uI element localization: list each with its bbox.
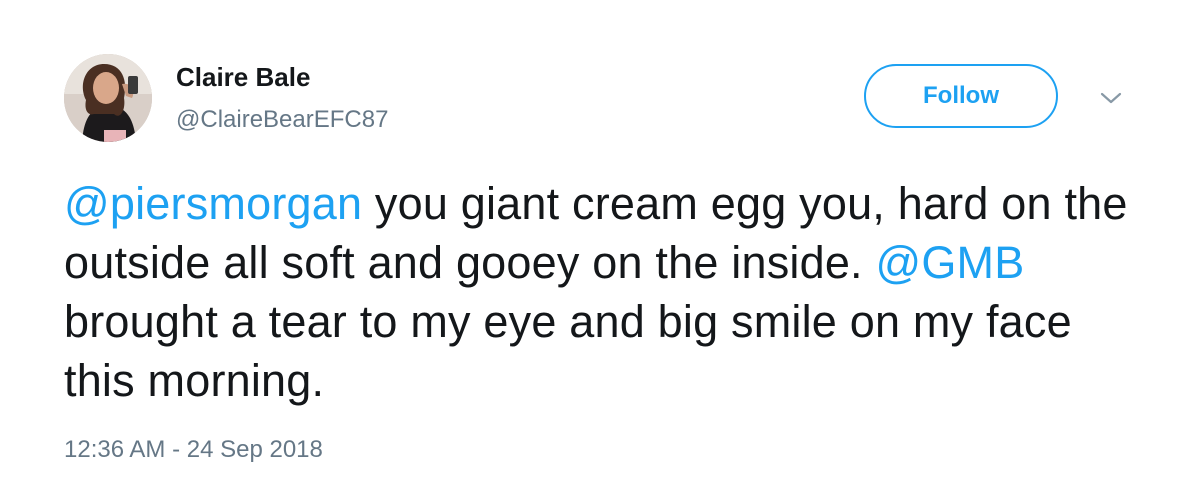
- follow-button[interactable]: Follow: [864, 64, 1058, 128]
- avatar-image: [64, 54, 152, 142]
- mention-piersmorgan[interactable]: @piersmorgan: [64, 178, 362, 229]
- tweet-card: Claire Bale @ClaireBearEFC87 Follow @pie…: [0, 0, 1200, 496]
- chevron-down-icon[interactable]: [1096, 86, 1126, 110]
- avatar[interactable]: [64, 54, 152, 142]
- tweet-text-part-2: brought a tear to my eye and big smile o…: [64, 296, 1072, 406]
- tweet-timestamp[interactable]: 12:36 AM - 24 Sep 2018: [64, 436, 323, 464]
- tweet-text: @piersmorgan you giant cream egg you, ha…: [64, 174, 1144, 410]
- user-handle[interactable]: @ClaireBearEFC87: [176, 106, 388, 134]
- display-name[interactable]: Claire Bale: [176, 62, 310, 92]
- mention-gmb[interactable]: @GMB: [875, 237, 1024, 288]
